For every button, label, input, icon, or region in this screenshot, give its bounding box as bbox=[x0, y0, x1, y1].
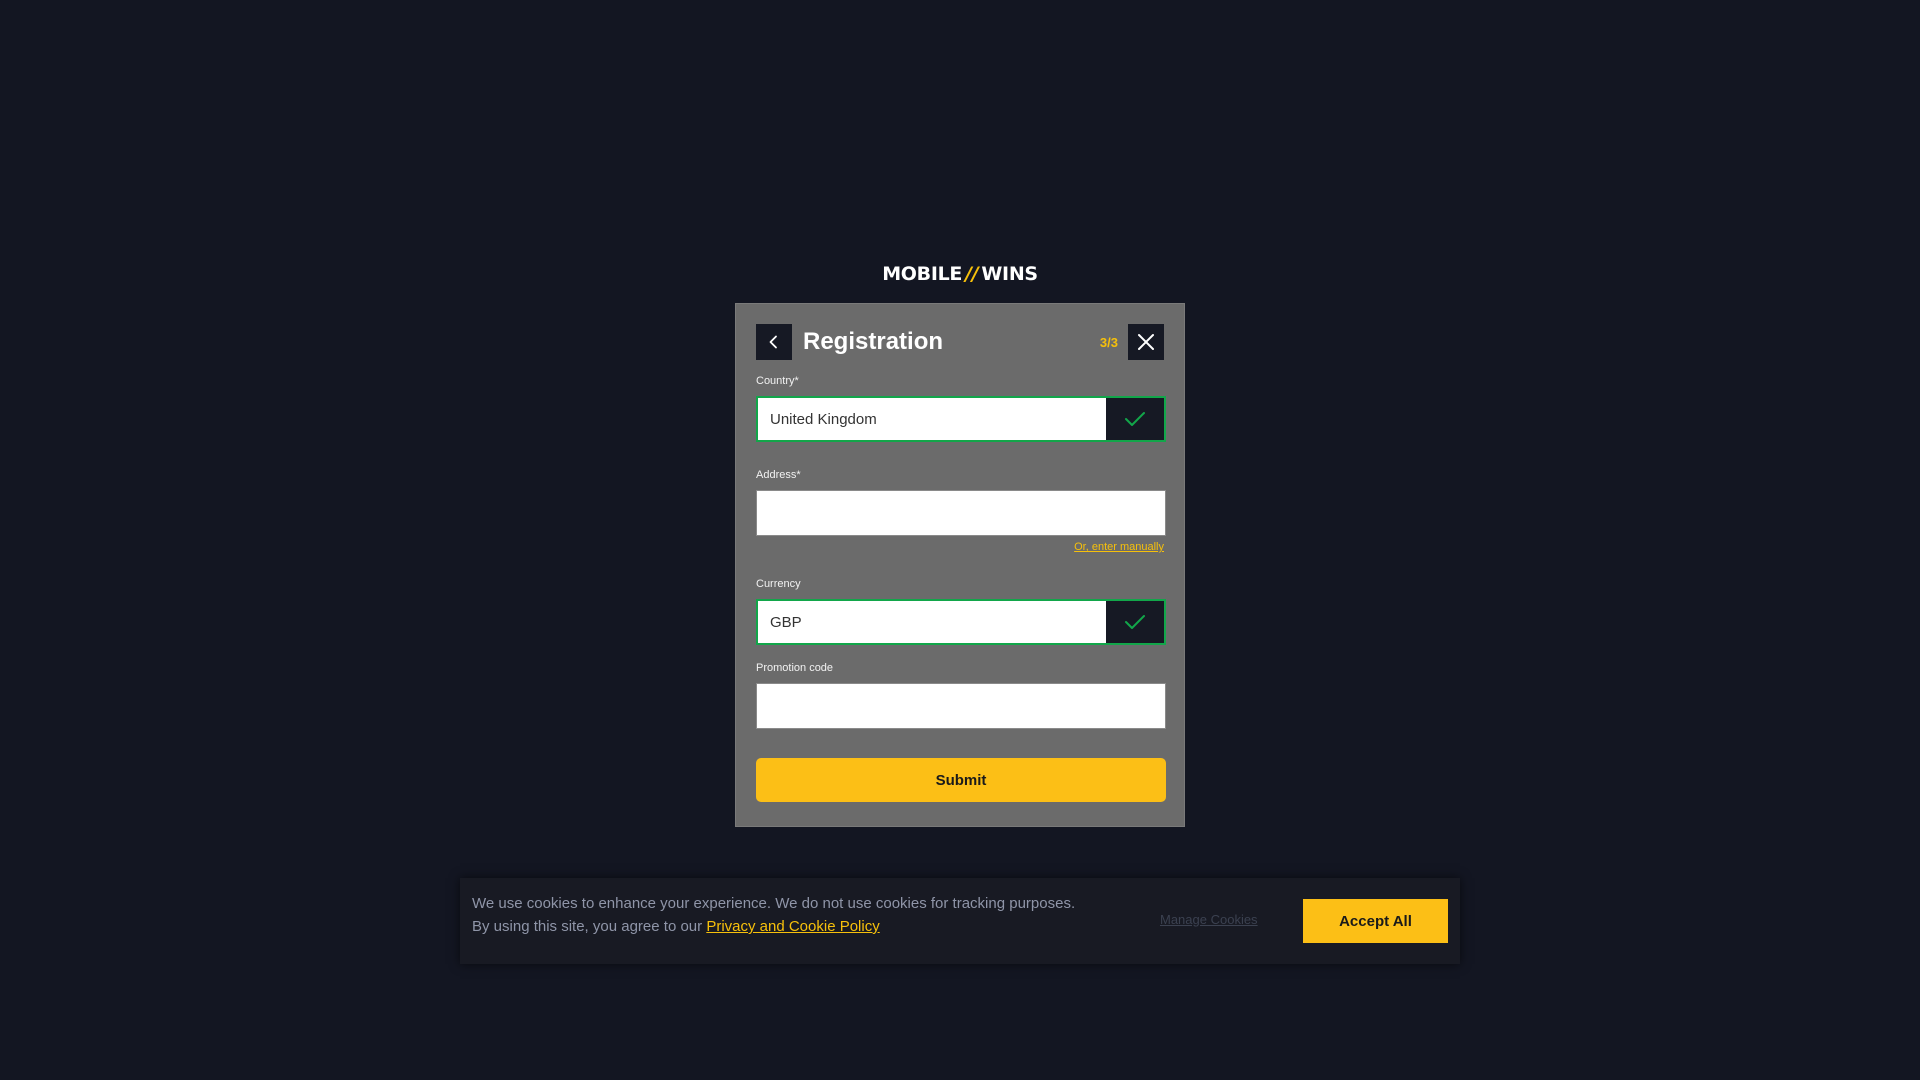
enter-manually-link[interactable]: Or, enter manually bbox=[1074, 541, 1164, 553]
cookie-banner: We use cookies to enhance your experienc… bbox=[460, 878, 1460, 964]
promotion-label: Promotion code bbox=[756, 662, 834, 674]
step-indicator: 3/3 bbox=[1099, 334, 1118, 350]
address-field[interactable] bbox=[756, 490, 1166, 536]
currency-valid-indicator bbox=[1106, 601, 1164, 643]
manage-cookies-link[interactable]: Manage Cookies bbox=[1160, 912, 1258, 927]
logo-text-right: WINS bbox=[981, 263, 1038, 285]
promotion-input[interactable] bbox=[757, 684, 1165, 728]
close-icon bbox=[1138, 334, 1154, 350]
address-label: Address* bbox=[756, 469, 801, 481]
privacy-policy-link[interactable]: Privacy and Cookie Policy bbox=[706, 918, 879, 935]
check-icon bbox=[1125, 615, 1145, 629]
back-button[interactable] bbox=[756, 324, 792, 360]
country-valid-indicator bbox=[1106, 398, 1164, 440]
currency-input[interactable] bbox=[758, 601, 1106, 643]
cookie-text-line1: We use cookies to enhance your experienc… bbox=[472, 895, 1076, 912]
country-label: Country* bbox=[756, 375, 799, 387]
check-icon bbox=[1125, 412, 1145, 426]
country-input[interactable] bbox=[758, 398, 1106, 440]
country-field[interactable] bbox=[756, 396, 1166, 442]
close-button[interactable] bbox=[1128, 324, 1164, 360]
submit-button[interactable]: Submit bbox=[756, 758, 1166, 802]
cookie-text-line2: By using this site, you agree to our bbox=[472, 918, 703, 935]
cookie-message: We use cookies to enhance your experienc… bbox=[472, 892, 1152, 938]
modal-header: Registration 3/3 bbox=[756, 324, 1164, 360]
brand-logo: MOBILE//WINS bbox=[882, 262, 1038, 286]
registration-modal: Registration 3/3 Country* Address* Or, e… bbox=[735, 303, 1185, 827]
logo-text-left: MOBILE bbox=[882, 263, 963, 285]
modal-title: Registration bbox=[803, 328, 944, 355]
promotion-field[interactable] bbox=[756, 683, 1166, 729]
address-input[interactable] bbox=[757, 491, 1165, 535]
accept-all-button[interactable]: Accept All bbox=[1303, 899, 1448, 943]
logo-separator: // bbox=[965, 263, 979, 285]
chevron-left-icon bbox=[769, 335, 777, 349]
currency-label: Currency bbox=[756, 578, 801, 590]
currency-field[interactable] bbox=[756, 599, 1166, 645]
